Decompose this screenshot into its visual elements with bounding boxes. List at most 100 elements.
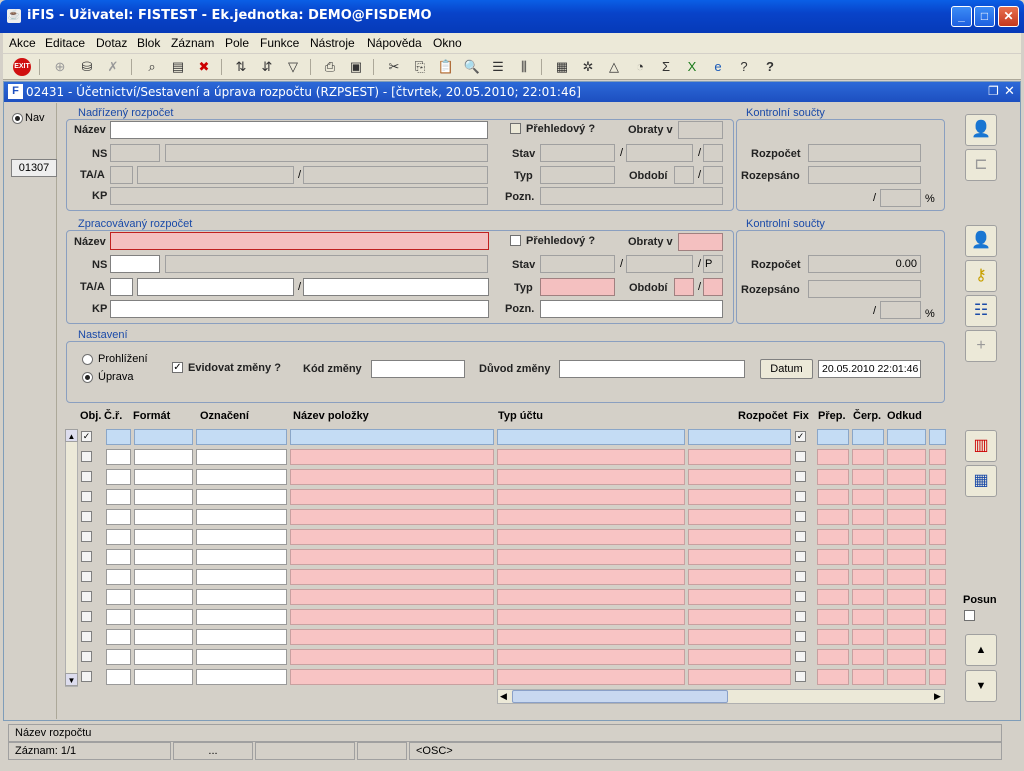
work-pozn-field[interactable] — [540, 300, 723, 318]
cell-extra[interactable] — [929, 549, 946, 565]
cell-format[interactable] — [134, 529, 193, 545]
parent-stav-field[interactable] — [540, 144, 615, 162]
cell-rozpocet[interactable] — [688, 509, 791, 525]
cell-oznaceni[interactable] — [196, 529, 287, 545]
print-preview-icon[interactable]: ▣ — [347, 58, 365, 76]
parent-prehled-checkbox[interactable] — [510, 123, 521, 134]
parent-a2-field[interactable] — [303, 166, 488, 184]
parent-ta-field[interactable] — [110, 166, 133, 184]
cell-prep[interactable] — [817, 609, 849, 625]
calendar-tool-icon[interactable]: ▦ — [553, 58, 571, 76]
parent-kp-field[interactable] — [110, 187, 488, 205]
parent-obraty-field[interactable] — [678, 121, 723, 139]
cell-rozpocet[interactable] — [688, 489, 791, 505]
minimize-button[interactable]: _ — [951, 6, 972, 27]
cell-typ[interactable] — [497, 629, 685, 645]
work-stav-field3[interactable]: P — [703, 255, 723, 273]
cell-rozpocet[interactable] — [688, 549, 791, 565]
menu-napoveda[interactable]: Nápověda — [367, 36, 422, 50]
cell-cr[interactable] — [106, 549, 131, 565]
cell-rozpocet[interactable] — [688, 449, 791, 465]
cell-nazev[interactable] — [290, 469, 494, 485]
person-disabled-icon[interactable]: 👤 — [965, 114, 997, 146]
cell-odkud[interactable] — [887, 649, 926, 665]
row-obj-checkbox[interactable] — [81, 611, 92, 622]
cell-nazev[interactable] — [290, 589, 494, 605]
cell-odkud[interactable] — [887, 469, 926, 485]
row-fix-checkbox[interactable] — [795, 591, 806, 602]
row-fix-checkbox[interactable] — [795, 551, 806, 562]
vscroll-down-icon[interactable]: ▼ — [65, 673, 78, 686]
cell-odkud[interactable] — [887, 549, 926, 565]
cell-cr[interactable] — [106, 429, 131, 445]
cell-nazev[interactable] — [290, 449, 494, 465]
cell-extra[interactable] — [929, 449, 946, 465]
cell-oznaceni[interactable] — [196, 629, 287, 645]
cell-prep[interactable] — [817, 509, 849, 525]
cell-cr[interactable] — [106, 589, 131, 605]
exit-icon[interactable]: EXIT — [13, 58, 31, 76]
cell-rozpocet[interactable] — [688, 569, 791, 585]
row-obj-checkbox[interactable] — [81, 511, 92, 522]
row-obj-checkbox[interactable] — [81, 671, 92, 682]
cell-rozpocet[interactable] — [688, 609, 791, 625]
help-icon[interactable]: ? — [761, 58, 779, 76]
find-icon[interactable]: 🔍 — [463, 58, 481, 76]
cell-cr[interactable] — [106, 469, 131, 485]
cell-cerp[interactable] — [852, 489, 884, 505]
cell-format[interactable] — [134, 649, 193, 665]
list-icon[interactable]: ☰ — [489, 58, 507, 76]
cell-nazev[interactable] — [290, 509, 494, 525]
cell-extra[interactable] — [929, 469, 946, 485]
cell-prep[interactable] — [817, 529, 849, 545]
cell-cerp[interactable] — [852, 629, 884, 645]
work-a-field[interactable] — [137, 278, 294, 296]
cell-cerp[interactable] — [852, 669, 884, 685]
work-typ-field[interactable] — [540, 278, 615, 296]
row-fix-checkbox[interactable] — [795, 451, 806, 462]
cell-cerp[interactable] — [852, 529, 884, 545]
menu-akce[interactable]: Akce — [9, 36, 36, 50]
cell-nazev[interactable] — [290, 529, 494, 545]
cell-prep[interactable] — [817, 429, 849, 445]
cell-extra[interactable] — [929, 529, 946, 545]
cell-cr[interactable] — [106, 629, 131, 645]
paste-icon[interactable]: 📋 — [437, 58, 455, 76]
cell-typ[interactable] — [497, 489, 685, 505]
work-stav-field[interactable] — [540, 255, 615, 273]
dial-icon[interactable]: ◔ — [631, 58, 649, 76]
row-obj-checkbox[interactable] — [81, 531, 92, 542]
cell-typ[interactable] — [497, 549, 685, 565]
cell-oznaceni[interactable] — [196, 649, 287, 665]
cell-extra[interactable] — [929, 589, 946, 605]
web-icon[interactable]: e — [709, 58, 727, 76]
cell-cr[interactable] — [106, 529, 131, 545]
cell-cerp[interactable] — [852, 509, 884, 525]
cell-cerp[interactable] — [852, 609, 884, 625]
cell-odkud[interactable] — [887, 589, 926, 605]
cell-rozpocet[interactable] — [688, 429, 791, 445]
cell-odkud[interactable] — [887, 569, 926, 585]
vscroll-up-icon[interactable]: ▲ — [65, 429, 78, 442]
parent-rozpocet-field[interactable] — [808, 144, 921, 162]
cell-prep[interactable] — [817, 589, 849, 605]
cell-prep[interactable] — [817, 569, 849, 585]
scroll-down-button[interactable]: ▼ — [965, 670, 997, 702]
row-obj-checkbox[interactable] — [81, 631, 92, 642]
work-obraty-field[interactable] — [678, 233, 723, 251]
menu-zaznam[interactable]: Záznam — [171, 36, 214, 50]
row-obj-checkbox[interactable] — [81, 491, 92, 502]
datum-field[interactable]: 20.05.2010 22:01:46 — [818, 360, 921, 378]
cell-typ[interactable] — [497, 569, 685, 585]
row-fix-checkbox[interactable] — [795, 671, 806, 682]
cell-format[interactable] — [134, 569, 193, 585]
add-disabled-icon[interactable]: + — [965, 330, 997, 362]
work-rozpocet-field[interactable]: 0.00 — [808, 255, 921, 273]
parent-obdobi-field[interactable] — [674, 166, 694, 184]
cell-rozpocet[interactable] — [688, 669, 791, 685]
cell-cerp[interactable] — [852, 429, 884, 445]
filter-icon[interactable]: ▽ — [284, 58, 302, 76]
cell-rozpocet[interactable] — [688, 589, 791, 605]
settings-icon[interactable]: ✲ — [579, 58, 597, 76]
cell-nazev[interactable] — [290, 549, 494, 565]
